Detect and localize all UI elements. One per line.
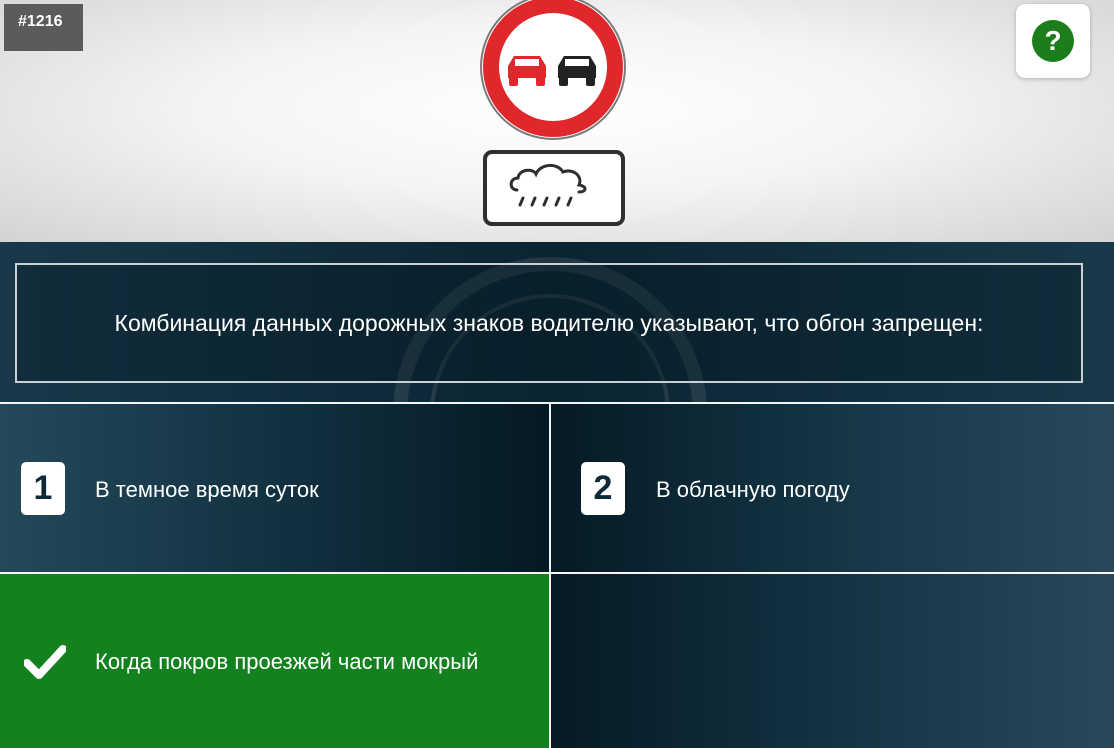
question-text: Комбинация данных дорожных знаков водите… (15, 263, 1083, 383)
answer-text: В облачную погоду (656, 477, 850, 502)
question-panel: Комбинация данных дорожных знаков водите… (0, 242, 1114, 402)
svg-text:?: ? (1044, 25, 1061, 56)
answer-option-2[interactable]: 2 В облачную погоду (551, 404, 1114, 572)
answer-text: В темное время суток (95, 477, 319, 502)
sign-image-area: #1216 ? (0, 0, 1114, 242)
no-overtaking-sign (480, 0, 626, 140)
answer-option-correct[interactable]: Когда покров проезжей части мокрый (0, 574, 549, 748)
answer-number-badge: 2 (581, 462, 625, 515)
rain-plate (483, 150, 625, 226)
question-icon: ? (1032, 20, 1074, 62)
answer-text: Когда покров проезжей части мокрый (95, 649, 479, 674)
checkmark-icon (24, 645, 66, 679)
answer-number-badge: 1 (21, 462, 65, 515)
answer-option-empty (551, 574, 1114, 748)
question-number-badge: #1216 (4, 4, 83, 51)
answer-option-1[interactable]: 1 В темное время суток (0, 404, 549, 572)
help-button[interactable]: ? (1016, 4, 1090, 78)
